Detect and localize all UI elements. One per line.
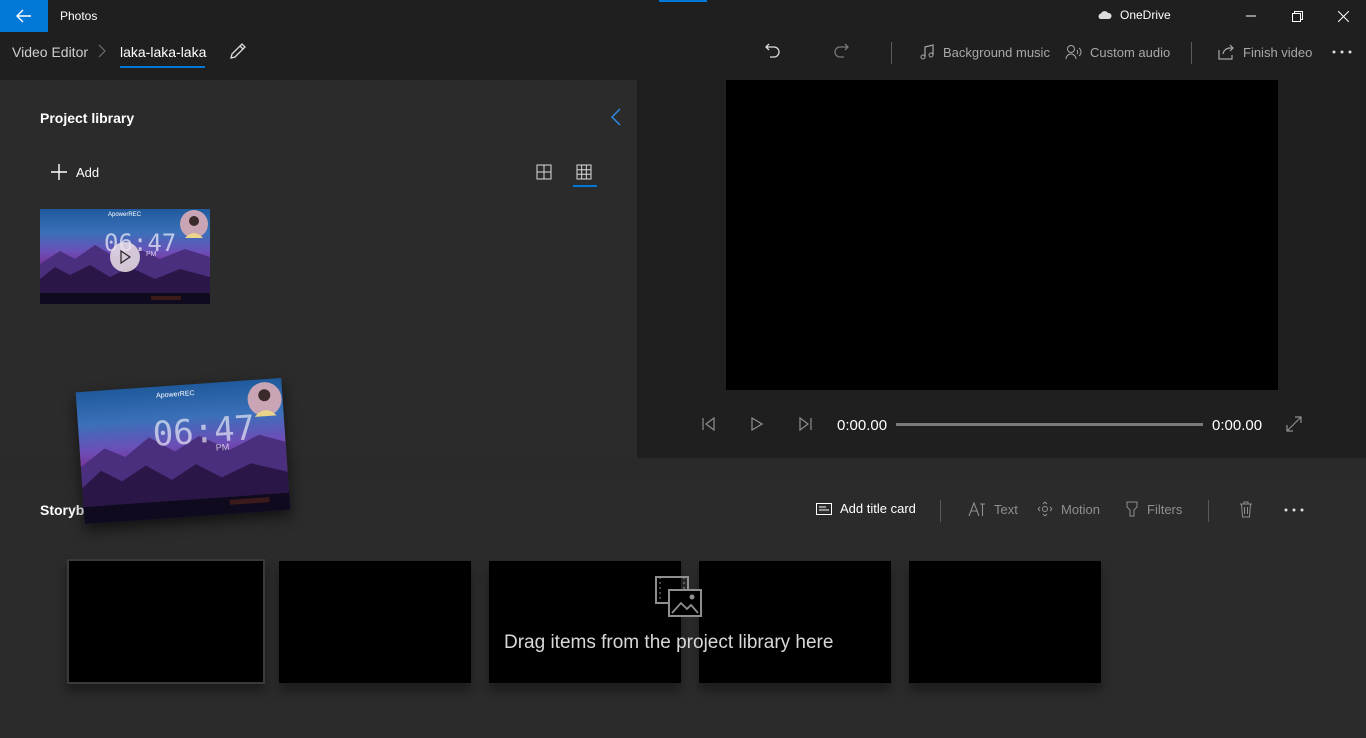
dragged-thumbnail-clock: 06:47 [151,407,257,456]
total-time: 0:00.00 [1212,417,1263,434]
music-note-icon [920,44,934,60]
back-button[interactable] [0,0,48,32]
breadcrumb-underline [120,66,205,68]
restore-button[interactable] [1274,0,1320,32]
chevron-right-icon [98,44,106,58]
custom-audio-button[interactable]: Custom audio [1065,42,1170,62]
share-icon [1218,44,1234,60]
project-library-title: Project library [40,110,135,126]
motion-icon [1037,501,1053,517]
finish-video-button[interactable]: Finish video [1218,42,1312,62]
thumbnail-watermark: ApowerREC [108,212,142,218]
cloud-icon [1098,11,1112,19]
close-icon [1337,10,1349,22]
filters-button[interactable]: Filters [1125,501,1182,517]
more-options-icon[interactable] [1332,50,1352,54]
view-selected-indicator [573,185,597,187]
seek-bar[interactable] [896,423,1203,426]
breadcrumb-project-name[interactable]: laka-laka-laka [120,44,206,60]
text-button[interactable]: Text [968,501,1018,517]
toolbar-divider [891,42,892,64]
storyboard-toolbar-divider [1208,500,1209,522]
drop-media-icon [655,576,702,617]
storyboard-slot[interactable] [279,561,471,683]
library-video-thumbnail[interactable]: ApowerREC 06:47 PM [40,209,210,304]
close-button[interactable] [1320,0,1366,32]
filters-label: Filters [1147,501,1183,517]
finish-video-label: Finish video [1243,44,1313,60]
text-icon [968,501,985,517]
app-title: Photos [60,9,98,23]
storyboard-slot[interactable] [489,561,681,683]
background-music-label: Background music [943,44,1050,60]
fullscreen-icon[interactable] [1286,416,1302,432]
play-icon [120,250,131,264]
add-media-button[interactable]: Add [50,163,99,181]
previous-frame-icon[interactable] [701,417,717,431]
motion-button[interactable]: Motion [1037,501,1100,517]
trash-icon[interactable] [1239,501,1253,518]
minimize-button[interactable] [1228,0,1274,32]
storyboard-toolbar-divider [940,500,941,522]
redo-icon[interactable] [832,42,850,60]
play-icon[interactable] [750,417,764,431]
filters-icon [1126,501,1138,517]
storyboard-slot[interactable] [67,559,265,684]
plus-icon [51,164,67,180]
pencil-icon[interactable] [229,42,247,60]
storyboard-more-icon[interactable] [1284,508,1304,512]
text-label: Text [994,501,1018,517]
add-label: Add [76,164,100,180]
restore-icon [1291,10,1303,22]
dragged-thumbnail-ampm: PM [215,441,230,453]
large-grid-view-icon[interactable] [536,164,552,180]
dragged-video-thumbnail[interactable]: ApowerREC 06:47 PM [75,377,291,525]
storyboard-drop-hint: Drag items from the project library here [504,632,834,653]
current-time: 0:00.00 [837,417,888,434]
add-title-card-label: Add title card [840,501,916,516]
add-title-card-button[interactable]: Add title card [816,501,916,516]
custom-audio-label: Custom audio [1090,44,1171,60]
collapse-library-icon[interactable] [609,108,623,126]
video-preview[interactable] [726,80,1278,390]
custom-audio-icon [1065,45,1082,60]
onedrive-label: OneDrive [1120,8,1171,22]
breadcrumb-video-editor[interactable]: Video Editor [12,44,88,60]
thumbnail-play-button[interactable] [110,242,140,272]
top-accent-bar [659,0,707,2]
storyboard-slot[interactable] [909,561,1101,683]
storyboard-slot[interactable] [699,561,891,683]
thumbnail-ampm: PM [146,251,157,258]
small-grid-view-icon[interactable] [576,164,592,180]
motion-label: Motion [1061,501,1101,517]
undo-icon[interactable] [764,42,782,60]
title-card-icon [816,502,832,515]
minimize-icon [1246,15,1256,17]
toolbar-divider [1191,42,1192,64]
onedrive-status[interactable]: OneDrive [1096,8,1171,22]
background-music-button[interactable]: Background music [919,42,1050,62]
next-frame-icon[interactable] [797,417,813,431]
back-arrow-icon [16,9,31,23]
